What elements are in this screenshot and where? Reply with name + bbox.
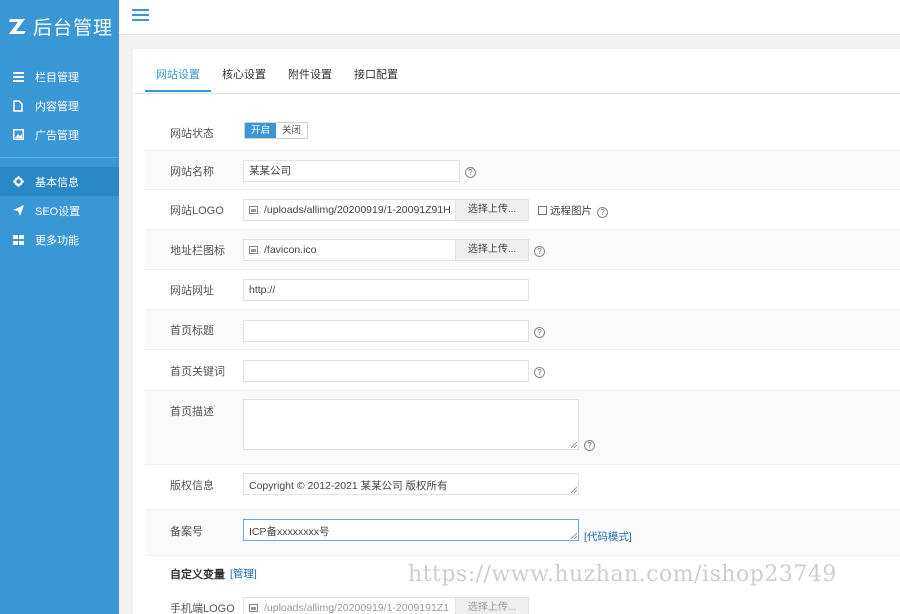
sidebar-item-basic-info[interactable]: 基本信息: [0, 167, 119, 196]
switch-off[interactable]: 关闭: [276, 123, 308, 138]
home-keywords-input[interactable]: [243, 360, 529, 382]
help-icon[interactable]: ?: [465, 167, 476, 178]
sidebar: 后台管理 栏目管理 内容管理 广告管理 基本信息 SEO设置 更多功能: [0, 0, 119, 614]
row-copyright: 版权信息 Copyright © 2012-2021 某某公司 版权所有: [145, 465, 900, 510]
field-label: 首页描述: [170, 406, 214, 418]
field-label: 首页关键词: [170, 366, 225, 378]
logo: 后台管理: [0, 0, 119, 52]
top-bar: [119, 0, 900, 35]
remote-image-checkbox[interactable]: 远程图片: [538, 203, 592, 218]
mobile-logo-input[interactable]: /uploads/allimg/20200919/1-2009191Z1: [243, 597, 456, 614]
field-label: 网站网址: [170, 285, 214, 297]
field-label: 网站状态: [170, 128, 214, 140]
icp-textarea[interactable]: ICP备xxxxxxxx号: [243, 519, 579, 541]
checkbox-box[interactable]: [538, 206, 547, 215]
resize-handle-icon[interactable]: [570, 532, 577, 539]
tab-api-config[interactable]: 接口配置: [343, 49, 409, 92]
sidebar-item-label: 栏目管理: [35, 71, 79, 84]
sidebar-group-content: 栏目管理 内容管理 广告管理: [0, 52, 119, 149]
sidebar-item-label: 内容管理: [35, 100, 79, 113]
sidebar-item-label: 更多功能: [35, 234, 79, 247]
remote-image-label: 远程图片: [550, 205, 592, 217]
site-url-input[interactable]: http://: [243, 279, 529, 301]
row-site-name: 网站名称 某某公司 ?: [145, 151, 900, 190]
icp-text: ICP备xxxxxxxx号: [249, 526, 330, 538]
resize-handle-icon[interactable]: [570, 486, 577, 493]
site-logo-path: /uploads/allimg/20200919/1-20091Z91H: [264, 204, 451, 216]
field-label: 首页标题: [170, 325, 214, 337]
site-name-input[interactable]: 某某公司: [243, 160, 460, 182]
home-title-input[interactable]: [243, 320, 529, 342]
field-label: 网站名称: [170, 166, 214, 178]
site-status-switch[interactable]: 开启 关闭: [244, 122, 309, 139]
row-home-title: 首页标题 ?: [145, 310, 900, 350]
help-icon[interactable]: ?: [597, 207, 608, 218]
row-site-url: 网站网址 http://: [145, 270, 900, 310]
row-favicon: 地址栏图标 /favicon.ico 选择上传... ?: [145, 230, 900, 270]
logo-text: 后台管理: [33, 16, 114, 39]
image-icon: [249, 604, 258, 612]
row-icp: 备案号 ICP备xxxxxxxx号 [代码模式]: [145, 510, 900, 556]
row-site-logo: 网站LOGO /uploads/allimg/20200919/1-20091Z…: [145, 190, 900, 230]
send-icon: [12, 205, 24, 217]
tab-core-settings[interactable]: 核心设置: [211, 49, 277, 92]
favicon-upload-button[interactable]: 选择上传...: [456, 239, 529, 261]
help-icon[interactable]: ?: [534, 367, 545, 378]
tab-site-settings[interactable]: 网站设置: [145, 49, 211, 92]
favicon-path: /favicon.ico: [264, 244, 317, 256]
list-icon: [12, 71, 24, 83]
sidebar-group-settings: 基本信息 SEO设置 更多功能: [0, 167, 119, 254]
file-icon: [12, 99, 24, 112]
help-icon[interactable]: ?: [534, 246, 545, 257]
row-home-keywords: 首页关键词 ?: [145, 350, 900, 391]
row-site-status: 网站状态 开启 关闭: [145, 111, 900, 151]
row-home-desc: 首页描述 ?: [145, 391, 900, 465]
sidebar-item-label: 广告管理: [35, 129, 79, 142]
switch-on[interactable]: 开启: [245, 123, 277, 138]
grid-icon: [12, 234, 24, 246]
site-logo-input[interactable]: /uploads/allimg/20200919/1-20091Z91H: [243, 199, 456, 221]
sidebar-item-ads[interactable]: 广告管理: [0, 120, 119, 149]
site-logo-upload-button[interactable]: 选择上传...: [456, 199, 529, 221]
sidebar-item-label: SEO设置: [35, 205, 81, 218]
row-mobile-logo: 手机端LOGO /uploads/allimg/20200919/1-20091…: [145, 592, 900, 614]
field-label: 备案号: [170, 526, 203, 538]
resize-handle-icon[interactable]: [570, 441, 577, 448]
sidebar-item-more[interactable]: 更多功能: [0, 225, 119, 254]
field-label: 版权信息: [170, 480, 214, 492]
menu-toggle-icon[interactable]: [132, 9, 149, 23]
help-icon[interactable]: ?: [534, 327, 545, 338]
watermark-text: https://www.huzhan.com/ishop23749: [408, 562, 837, 587]
help-icon[interactable]: ?: [584, 440, 595, 451]
custom-vars-title: 自定义变量: [170, 569, 225, 581]
code-mode-link[interactable]: [代码模式]: [584, 529, 632, 544]
field-label: 网站LOGO: [170, 205, 224, 217]
sidebar-item-column[interactable]: 栏目管理: [0, 62, 119, 91]
tab-attachment-settings[interactable]: 附件设置: [277, 49, 343, 92]
image-icon: [12, 129, 24, 141]
favicon-input[interactable]: /favicon.ico: [243, 239, 456, 261]
copyright-textarea[interactable]: Copyright © 2012-2021 某某公司 版权所有: [243, 473, 579, 495]
image-icon: [249, 246, 258, 254]
image-icon: [249, 206, 258, 214]
sidebar-item-seo[interactable]: SEO设置: [0, 196, 119, 225]
mobile-logo-upload-button[interactable]: 选择上传...: [456, 597, 529, 614]
home-desc-textarea[interactable]: [243, 399, 579, 450]
copyright-text: Copyright © 2012-2021 某某公司 版权所有: [249, 480, 448, 492]
sidebar-item-content[interactable]: 内容管理: [0, 91, 119, 120]
field-label: 手机端LOGO: [170, 603, 235, 614]
main-panel: 网站设置 核心设置 附件设置 接口配置 网站状态 开启 关闭 网站名称 某某公司…: [133, 49, 900, 614]
settings-tabs: 网站设置 核心设置 附件设置 接口配置: [133, 49, 900, 94]
gear-icon: [12, 176, 24, 188]
sidebar-item-label: 基本信息: [35, 176, 79, 189]
custom-vars-manage-link[interactable]: [管理]: [230, 566, 257, 581]
sidebar-divider: [0, 157, 119, 158]
field-label: 地址栏图标: [170, 245, 225, 257]
logo-z-icon: [8, 16, 28, 36]
mobile-logo-path: /uploads/allimg/20200919/1-2009191Z1: [264, 602, 450, 614]
